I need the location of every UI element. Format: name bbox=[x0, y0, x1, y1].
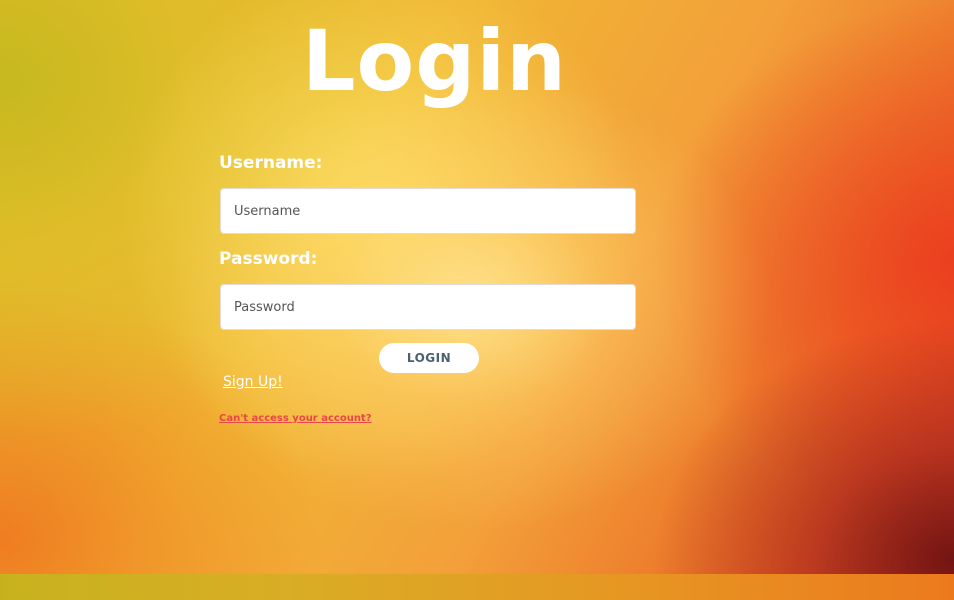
username-label: Username: bbox=[219, 153, 323, 173]
username-input[interactable] bbox=[220, 188, 636, 234]
password-input[interactable] bbox=[220, 284, 636, 330]
login-button[interactable]: LOGIN bbox=[379, 343, 479, 373]
page-title: Login bbox=[302, 12, 567, 110]
footer-strip bbox=[0, 574, 954, 600]
sign-up-link[interactable]: Sign Up! bbox=[223, 374, 283, 390]
cant-access-account-link[interactable]: Can't access your account? bbox=[219, 413, 372, 424]
password-label: Password: bbox=[219, 249, 318, 269]
